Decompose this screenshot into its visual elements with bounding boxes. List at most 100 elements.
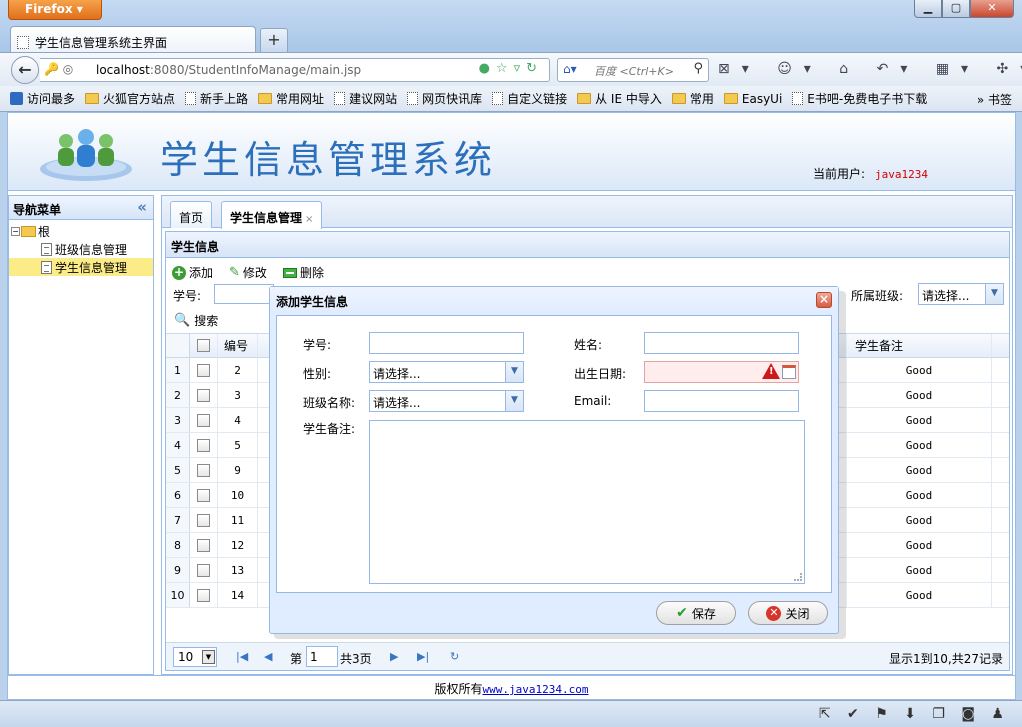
browser-toolbar-icons[interactable]: ⊠▾ ☺▾ ⌂ ↶▾ ▦▾ ✣▾	[718, 61, 1022, 77]
add-button[interactable]: + 添加	[172, 263, 213, 282]
bookmark-item[interactable]: 访问最多	[10, 90, 75, 107]
tab-label: 首页	[179, 211, 204, 225]
search-placeholder: 百度 <Ctrl+K>	[594, 65, 674, 78]
bookmark-item[interactable]: 网页快讯库	[407, 90, 482, 107]
row-checkbox[interactable]	[190, 558, 218, 582]
calendar-icon[interactable]	[782, 365, 796, 379]
tree-expander-icon[interactable]: −	[11, 226, 20, 236]
sex-label: 性别:	[303, 367, 332, 381]
page-icon	[185, 92, 197, 105]
class-label: 班级名称:	[303, 396, 356, 410]
page-number-input[interactable]: 1	[306, 646, 338, 667]
row-checkbox[interactable]	[190, 458, 218, 482]
cell-id: 3	[218, 383, 258, 407]
bookmark-item[interactable]: E书吧-免费电子书下载	[792, 90, 927, 107]
save-label: 保存	[691, 606, 716, 621]
chevron-down-icon[interactable]: ▼	[985, 284, 1003, 304]
row-checkbox[interactable]	[190, 433, 218, 457]
url-bar[interactable]: 🔑 ◎ localhost:8080/StudentInfoManage/mai…	[40, 58, 550, 82]
dialog-body: 学号: 姓名: 性别: 请选择... ▼ 出生日期: ! 班级名称: 请选择..…	[276, 315, 832, 593]
search-bar[interactable]: ⌂▾ 百度 <Ctrl+K> ⚲	[557, 58, 709, 82]
column-header-id[interactable]: 编号	[218, 334, 258, 357]
column-header-note[interactable]: 学生备注	[846, 334, 992, 357]
first-page-icon[interactable]: |◀	[236, 650, 248, 663]
back-arrow-icon[interactable]: ←	[11, 56, 39, 84]
search-engine-icon[interactable]: ⌂▾	[563, 62, 577, 76]
edit-button[interactable]: ✎ 修改	[229, 263, 267, 282]
new-tab-button[interactable]: +	[260, 28, 288, 52]
search-icon[interactable]: ⚲	[693, 61, 703, 76]
add-label: 添加	[189, 266, 214, 280]
page-icon	[334, 92, 346, 105]
search-class-select[interactable]: 请选择... ▼	[918, 283, 1004, 305]
tabs-header: 首页 学生信息管理 ×	[162, 196, 1012, 229]
firefox-menu-button[interactable]: Firefox ▾	[8, 0, 102, 20]
chevron-down-icon[interactable]: ▼	[202, 650, 215, 664]
row-checkbox[interactable]	[190, 358, 218, 382]
cell-id: 14	[218, 583, 258, 607]
tree-node-root[interactable]: − 根	[9, 222, 153, 240]
bookmark-item[interactable]: 建议网站	[334, 90, 397, 107]
url-actions-icons[interactable]: ●☆▿↻	[479, 61, 543, 76]
tab-home[interactable]: 首页	[170, 201, 213, 228]
row-checkbox[interactable]	[190, 533, 218, 557]
resize-grip-icon[interactable]	[794, 573, 802, 581]
close-window-icon[interactable]: ✕	[970, 0, 1014, 18]
tree-node-student-info[interactable]: 学生信息管理	[9, 258, 153, 276]
chevron-down-icon[interactable]: ▼	[505, 362, 523, 382]
sex-select[interactable]: 请选择... ▼	[369, 361, 524, 383]
site-identity-icon[interactable]: 🔑 ◎	[44, 62, 73, 76]
browser-tab-title: 学生信息管理系统主界面	[35, 35, 168, 50]
bookmark-item[interactable]: EasyUi	[723, 92, 782, 106]
checkbox-icon	[197, 438, 210, 452]
bookmark-item[interactable]: 从 IE 中导入	[577, 90, 662, 107]
maximize-icon[interactable]: ▢	[942, 0, 970, 18]
pagination-bar: 10 ▼ |◀ ◀ 第 1 共3页 ▶ ▶| ↻ 显示1到10,共27记录	[166, 642, 1009, 670]
bookmark-item[interactable]: 新手上路	[185, 90, 248, 107]
status-bar-icons[interactable]: ⇱ ✔ ⚑ ⬇ ❐ ◙ ♟	[819, 706, 1010, 722]
name-input[interactable]	[644, 332, 799, 354]
save-button[interactable]: ✔ 保存	[656, 601, 736, 625]
cell-id: 5	[218, 433, 258, 457]
note-textarea[interactable]	[369, 420, 805, 584]
cell-id: 13	[218, 558, 258, 582]
prev-page-icon[interactable]: ◀	[264, 650, 272, 663]
row-checkbox[interactable]	[190, 408, 218, 432]
bookmark-label: 常用网址	[276, 92, 325, 106]
row-checkbox[interactable]	[190, 483, 218, 507]
page-summary: 显示1到10,共27记录	[889, 652, 1003, 666]
cell-note: Good	[846, 458, 992, 482]
delete-button[interactable]: 删除	[282, 263, 324, 282]
tab-student-info[interactable]: 学生信息管理 ×	[221, 201, 323, 229]
refresh-icon[interactable]: ↻	[450, 650, 459, 663]
cancel-button[interactable]: ✕ 关闭	[748, 601, 828, 625]
next-page-icon[interactable]: ▶	[390, 650, 398, 663]
copyright-link[interactable]: www.java1234.com	[483, 683, 589, 696]
chevron-down-icon[interactable]: ▼	[505, 391, 523, 411]
select-all-checkbox[interactable]	[190, 334, 218, 357]
search-id-input[interactable]	[214, 284, 274, 304]
bookmark-item[interactable]: 自定义链接	[492, 90, 567, 107]
bookmark-item[interactable]: 火狐官方站点	[85, 90, 175, 107]
row-number: 1	[166, 358, 190, 382]
row-checkbox[interactable]	[190, 583, 218, 607]
checkbox-icon	[197, 488, 210, 502]
birthday-input[interactable]: !	[644, 361, 799, 383]
row-checkbox[interactable]	[190, 383, 218, 407]
bookmarks-more[interactable]: » 书签	[977, 91, 1012, 108]
last-page-icon[interactable]: ▶|	[417, 650, 429, 663]
collapse-icon[interactable]: «	[137, 198, 147, 216]
browser-tab-main[interactable]: 学生信息管理系统主界面	[10, 26, 256, 52]
stu-no-input[interactable]	[369, 332, 524, 354]
close-icon[interactable]: ×	[816, 292, 832, 308]
email-input[interactable]	[644, 390, 799, 412]
class-select[interactable]: 请选择... ▼	[369, 390, 524, 412]
tab-close-icon[interactable]: ×	[305, 214, 313, 225]
bookmark-item[interactable]: 常用	[671, 90, 714, 107]
page-size-select[interactable]: 10 ▼	[173, 647, 217, 667]
row-checkbox[interactable]	[190, 508, 218, 532]
tree-node-class-info[interactable]: 班级信息管理	[9, 240, 153, 258]
warning-icon: !	[762, 363, 780, 379]
minimize-icon[interactable]: ▁	[914, 0, 942, 18]
bookmark-item[interactable]: 常用网址	[258, 90, 324, 107]
